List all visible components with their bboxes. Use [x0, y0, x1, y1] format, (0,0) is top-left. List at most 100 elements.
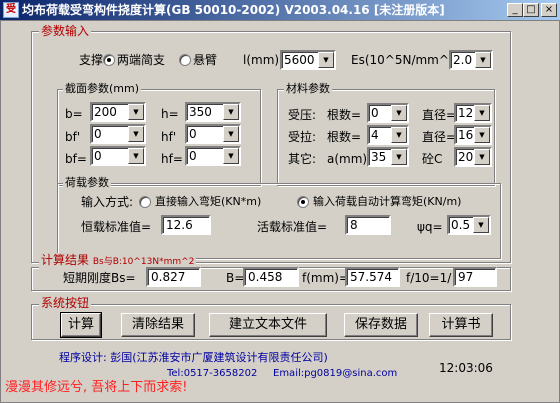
bf-select[interactable]: 0 ▼ — [90, 146, 146, 166]
calculation-book-button[interactable]: 计算书 — [429, 313, 493, 337]
main-window: 参数输入 支撑: 两端简支 悬臂 l(mm) 5600 ▼ Es(10^5N/mm… — [0, 20, 560, 403]
ratio-label: f/10=1/ — [406, 271, 452, 285]
chevron-down-icon[interactable]: ▼ — [223, 104, 239, 120]
chevron-down-icon[interactable]: ▼ — [223, 148, 239, 164]
hf-select[interactable]: 0 ▼ — [185, 146, 241, 166]
bf-prime-value: 0 — [94, 127, 102, 141]
app-icon[interactable]: 受 — [3, 2, 19, 18]
dead-load-label: 恒载标准值= — [81, 220, 152, 234]
support-cantilever-radio[interactable] — [179, 54, 191, 66]
chevron-down-icon[interactable]: ▼ — [475, 52, 491, 68]
save-data-button[interactable]: 保存数据 — [344, 313, 418, 337]
compression-dia-select[interactable]: 12 ▼ — [454, 103, 492, 123]
hf-prime-value: 0 — [189, 127, 197, 141]
calculate-button[interactable]: 计算 — [60, 312, 102, 338]
es-value: 2.0 — [453, 53, 473, 67]
tension-dia-value: 16 — [458, 128, 474, 142]
compression-label: 受压: — [288, 108, 317, 122]
bf-value: 0 — [94, 149, 102, 163]
close-button[interactable]: × — [541, 3, 557, 17]
maximize-button[interactable]: □ — [523, 3, 539, 17]
input-load-radio[interactable] — [297, 196, 309, 208]
hf-prime-select[interactable]: 0 ▼ — [185, 124, 241, 144]
chevron-down-icon[interactable]: ▼ — [128, 104, 144, 120]
tension-label: 受拉: — [288, 130, 317, 144]
concrete-value: 20 — [458, 150, 474, 164]
live-load-input[interactable]: 8 — [345, 215, 391, 235]
chevron-down-icon[interactable]: ▼ — [223, 126, 239, 142]
b-result-label: B= — [226, 271, 245, 285]
bf-prime-select[interactable]: 0 ▼ — [90, 124, 146, 144]
es-select[interactable]: 2.0 ▼ — [449, 50, 493, 70]
buttons-group-title: 系统按钮 — [39, 296, 92, 310]
input-load-label[interactable]: 输入荷载自动计算弯矩(KN/m) — [313, 194, 461, 210]
minimize-button[interactable]: _ — [507, 3, 523, 17]
bs-output: 0.827 — [146, 267, 201, 287]
concrete-select[interactable]: 20 ▼ — [454, 147, 492, 167]
b-value: 200 — [94, 105, 117, 119]
section-group-title: 截面参数(mm) — [63, 82, 142, 96]
compression-dia-label: 直径= — [422, 108, 457, 122]
email: Email:pg0819@sina.com — [273, 368, 398, 379]
result-title: 计算结果 — [41, 253, 90, 267]
compression-dia-value: 12 — [458, 106, 474, 120]
psi-label: ψq= — [417, 220, 443, 234]
hf-prime-label: hf' — [161, 130, 177, 144]
span-label: l(mm) — [243, 53, 280, 67]
support-simply-supported-radio[interactable] — [103, 54, 115, 66]
cover-select[interactable]: 35 ▼ — [367, 147, 409, 167]
params-group-title: 参数输入 — [39, 24, 92, 38]
tension-count-value: 4 — [371, 128, 379, 142]
chevron-down-icon[interactable]: ▼ — [473, 217, 489, 233]
concrete-label: 砼C — [422, 152, 443, 166]
chevron-down-icon[interactable]: ▼ — [474, 127, 490, 143]
tension-dia-label: 直径= — [422, 130, 457, 144]
compression-count-value: 0 — [371, 106, 379, 120]
support-simply-supported-label[interactable]: 两端简支 — [117, 52, 165, 68]
load-group-title: 荷载参数 — [63, 176, 111, 190]
chevron-down-icon[interactable]: ▼ — [474, 105, 490, 121]
span-select[interactable]: 5600 ▼ — [280, 50, 336, 70]
result-unit: Bs与B:10^13N*mm^2 — [92, 257, 195, 267]
deflection-output: 57.574 — [345, 267, 400, 287]
input-mode-label: 输入方式: — [81, 195, 134, 209]
chevron-down-icon[interactable]: ▼ — [391, 149, 407, 165]
input-moment-label[interactable]: 直接输入弯矩(KN*m) — [155, 194, 261, 210]
chevron-down-icon[interactable]: ▼ — [391, 127, 407, 143]
h-select[interactable]: 350 ▼ — [185, 102, 241, 122]
chevron-down-icon[interactable]: ▼ — [318, 52, 334, 68]
title-bar: 均布荷载受弯构件挠度计算(GB 50010-2002) V2003.04.16 … — [0, 0, 560, 20]
compression-count-select[interactable]: 0 ▼ — [367, 103, 409, 123]
es-label: Es(10^5N/mm^2) — [351, 53, 462, 67]
chevron-down-icon[interactable]: ▼ — [391, 105, 407, 121]
cover-value: 35 — [371, 150, 387, 164]
material-group-title: 材料参数 — [284, 82, 332, 96]
chevron-down-icon[interactable]: ▼ — [128, 148, 144, 164]
psi-select[interactable]: 0.5 ▼ — [447, 215, 491, 235]
b-output: 0.458 — [243, 267, 299, 287]
bf-prime-label: bf' — [65, 130, 81, 144]
designer-info: 程序设计: 彭国(江苏淮安市广厦建筑设计有限责任公司) — [59, 351, 328, 364]
bf-label: bf= — [65, 152, 87, 166]
b-label: b= — [65, 107, 83, 121]
create-text-file-button[interactable]: 建立文本文件 — [209, 313, 327, 337]
compression-count-label: 根数= — [327, 108, 362, 122]
b-select[interactable]: 200 ▼ — [90, 102, 146, 122]
span-value: 5600 — [284, 53, 315, 67]
chevron-down-icon[interactable]: ▼ — [128, 126, 144, 142]
clear-results-button[interactable]: 清除结果 — [121, 313, 195, 337]
tension-count-select[interactable]: 4 ▼ — [367, 125, 409, 145]
tension-count-label: 根数= — [327, 130, 362, 144]
input-moment-radio[interactable] — [139, 196, 151, 208]
chevron-down-icon[interactable]: ▼ — [474, 149, 490, 165]
h-value: 350 — [189, 105, 212, 119]
psi-value: 0.5 — [451, 218, 471, 232]
clock: 12:03:06 — [439, 361, 493, 375]
dead-load-input[interactable]: 12.6 — [161, 215, 211, 235]
hf-label: hf= — [161, 152, 183, 166]
hf-value: 0 — [189, 149, 197, 163]
deflection-label: f(mm)= — [302, 271, 350, 285]
tension-dia-select[interactable]: 16 ▼ — [454, 125, 492, 145]
support-cantilever-label[interactable]: 悬臂 — [193, 52, 217, 68]
live-load-label: 活载标准值= — [257, 220, 328, 234]
